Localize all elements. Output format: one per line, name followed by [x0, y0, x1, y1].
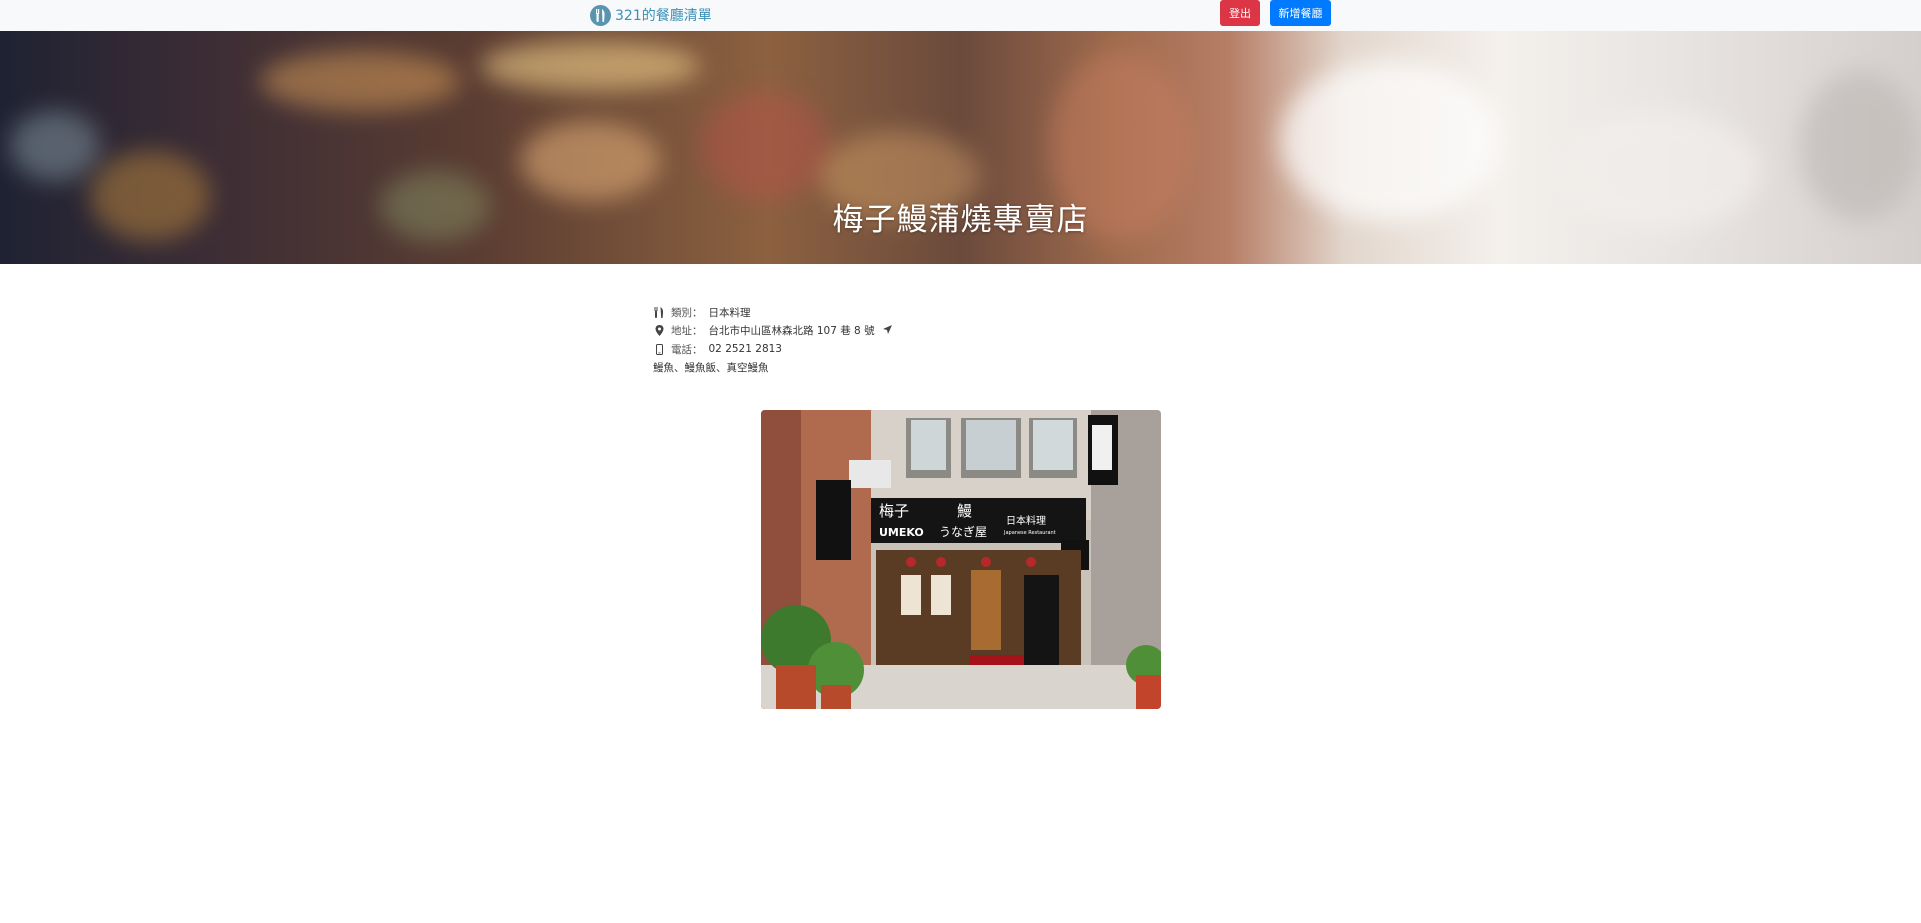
- category-row: 類別： 日本料理: [653, 303, 892, 322]
- address-label: 地址：: [671, 325, 703, 338]
- map-marker-icon: [653, 325, 665, 337]
- banner: 梅子鰻蒲燒專賣店: [0, 31, 1921, 264]
- restaurant-description: 鰻魚、鰻魚飯、真空鰻魚: [653, 362, 769, 375]
- location-arrow-icon[interactable]: [882, 324, 892, 337]
- restaurant-info: 類別： 日本料理 地址： 台北市中山區林森北路 107 巷 8 號 電話： 02…: [653, 303, 892, 377]
- utensils-icon: [590, 4, 611, 26]
- restaurant-title: 梅子鰻蒲燒專賣店: [832, 202, 1089, 238]
- brand-text: 321的餐廳清單: [615, 8, 712, 24]
- brand-link[interactable]: 321的餐廳清單: [590, 3, 712, 27]
- navbar: 321的餐廳清單 登出 新增餐廳: [0, 0, 1921, 31]
- phone-label: 電話：: [671, 343, 703, 356]
- utensils-icon: [653, 306, 665, 318]
- sign-kana-text: うなぎ屋: [939, 525, 987, 539]
- sign-en-text: Japanese Restaurant: [1003, 530, 1056, 536]
- sign-jp-text: 日本料理: [1006, 514, 1046, 527]
- category-value: 日本料理: [708, 306, 751, 319]
- phone-value: 02 2521 2813: [708, 343, 782, 356]
- mobile-phone-icon: [653, 343, 665, 355]
- address-row: 地址： 台北市中山區林森北路 107 巷 8 號: [653, 322, 892, 341]
- address-value: 台北市中山區林森北路 107 巷 8 號: [708, 325, 875, 338]
- logout-button[interactable]: 登出: [1220, 0, 1260, 26]
- add-restaurant-button[interactable]: 新增餐廳: [1270, 0, 1331, 26]
- sign-main-text: 梅子: [879, 502, 909, 520]
- sign-eel-text: 鰻: [957, 502, 972, 520]
- phone-row: 電話： 02 2521 2813: [653, 340, 892, 359]
- category-label: 類別：: [671, 306, 703, 319]
- restaurant-photo: 梅子 UMEKO 鰻 うなぎ屋 日本料理 Japanese Restaurant: [761, 410, 1161, 709]
- sign-roman-text: UMEKO: [879, 526, 924, 539]
